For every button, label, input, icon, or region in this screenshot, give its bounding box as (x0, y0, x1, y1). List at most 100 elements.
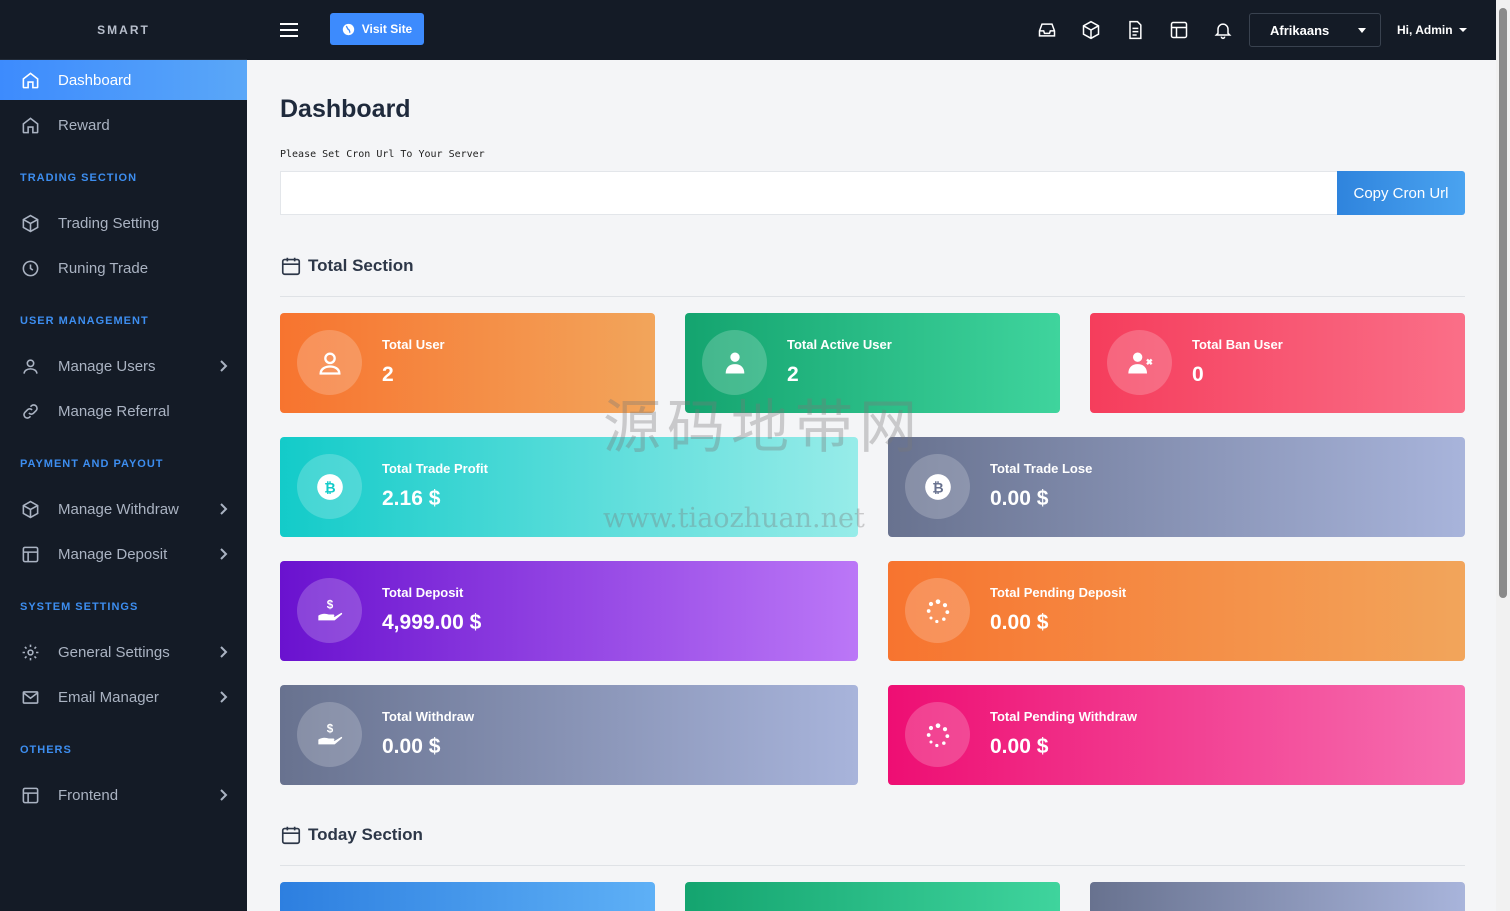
card-label: Total Trade Profit (382, 461, 488, 476)
hand-dollar-icon: $ (317, 722, 342, 744)
card-icon-circle (1107, 330, 1172, 395)
sidebar-item-label: Email Manager (58, 688, 159, 706)
sidebar-item-running-trade[interactable]: Runing Trade (0, 248, 247, 288)
card-value: 0.00 $ (990, 611, 1049, 634)
stat-card-total-active-user[interactable]: Total Active User 2 (685, 313, 1060, 413)
card-value: 2 (787, 363, 799, 386)
layout-icon (20, 785, 40, 805)
card-value: 0 (1192, 363, 1204, 386)
bitcoin-icon: ₿ (924, 473, 951, 500)
sidebar-section-trading: TRADING SECTION (20, 172, 138, 184)
topbar: Visit Site Afrikaans Hi, Admin (247, 0, 1496, 60)
stat-card-total-withdraw[interactable]: $ Total Withdraw 0.00 $ (280, 685, 858, 785)
sidebar-item-manage-withdraw[interactable]: Manage Withdraw (0, 489, 247, 529)
stat-card-today-partial[interactable] (685, 882, 1060, 911)
sidebar-item-label: Frontend (58, 786, 119, 804)
card-value: 2 (382, 363, 394, 386)
svg-text:$: $ (326, 598, 333, 611)
card-icon-circle (905, 578, 970, 643)
sidebar-item-general-settings[interactable]: General Settings (0, 632, 247, 672)
cron-url-input[interactable] (280, 171, 1337, 215)
cron-url-label: Please Set Cron Url To Your Server (280, 149, 485, 160)
total-section-heading: Total Section (280, 255, 413, 277)
svg-text:₿: ₿ (932, 479, 943, 495)
home-icon (20, 115, 40, 135)
stat-card-today-partial[interactable] (1090, 882, 1465, 911)
svg-text:₿: ₿ (324, 479, 335, 495)
sidebar-item-label: Manage Users (58, 357, 156, 375)
chevron-down-icon (1358, 28, 1366, 33)
cube-icon (20, 213, 40, 233)
chevron-right-icon (220, 360, 228, 372)
sidebar-item-frontend[interactable]: Frontend (0, 775, 247, 815)
scrollbar-thumb[interactable] (1499, 8, 1507, 598)
card-label: Total Deposit (382, 585, 464, 600)
user-icon (318, 352, 341, 375)
stat-card-total-trade-lose[interactable]: ₿ Total Trade Lose 0.00 $ (888, 437, 1465, 537)
spinner-icon (926, 598, 949, 623)
stat-card-total-user[interactable]: Total User 2 (280, 313, 655, 413)
card-label: Total Active User (787, 337, 892, 352)
stat-card-total-ban-user[interactable]: Total Ban User 0 (1090, 313, 1465, 413)
cube-icon[interactable] (1081, 20, 1103, 42)
sidebar-item-manage-users[interactable]: Manage Users (0, 346, 247, 386)
page-title: Dashboard (280, 95, 411, 123)
layout-icon[interactable] (1169, 20, 1191, 42)
language-select[interactable]: Afrikaans (1249, 13, 1381, 47)
chevron-down-icon (1458, 28, 1467, 32)
stat-card-total-pending-withdraw[interactable]: Total Pending Withdraw 0.00 $ (888, 685, 1465, 785)
card-icon-circle (905, 702, 970, 767)
cube-icon (20, 499, 40, 519)
stat-card-total-trade-profit[interactable]: ₿ Total Trade Profit 2.16 $ (280, 437, 858, 537)
chevron-right-icon (220, 789, 228, 801)
sidebar-item-label: Manage Referral (58, 402, 170, 420)
card-label: Total Pending Deposit (990, 585, 1127, 600)
svg-text:$: $ (326, 722, 333, 735)
hand-dollar-icon: $ (317, 598, 342, 620)
visit-site-button[interactable]: Visit Site (330, 13, 424, 45)
card-label: Total Ban User (1192, 337, 1283, 352)
card-value: 0.00 $ (990, 735, 1049, 758)
sidebar-item-trading-setting[interactable]: Trading Setting (0, 203, 247, 243)
document-icon[interactable] (1125, 20, 1147, 42)
bell-icon[interactable] (1213, 20, 1235, 42)
today-section-heading: Today Section (280, 824, 423, 846)
card-value: 4,999.00 $ (382, 611, 482, 634)
card-icon-circle: ₿ (905, 454, 970, 519)
card-icon-circle (297, 330, 362, 395)
card-icon-circle (702, 330, 767, 395)
sidebar-item-label: Runing Trade (58, 259, 149, 277)
chevron-right-icon (220, 503, 228, 515)
stat-card-total-deposit[interactable]: $ Total Deposit 4,999.00 $ (280, 561, 858, 661)
hamburger-menu-icon[interactable] (279, 20, 299, 40)
copy-cron-url-button[interactable]: Copy Cron Url (1337, 171, 1465, 215)
sidebar-section-others: OTHERS (20, 744, 72, 756)
card-label: Total Pending Withdraw (990, 709, 1137, 724)
sidebar-item-manage-deposit[interactable]: Manage Deposit (0, 534, 247, 574)
stat-card-total-pending-deposit[interactable]: Total Pending Deposit 0.00 $ (888, 561, 1465, 661)
section-title: Today Section (308, 825, 423, 844)
user-icon (20, 356, 40, 376)
sidebar-item-dashboard[interactable]: Dashboard (0, 60, 247, 100)
gear-icon (20, 642, 40, 662)
chevron-right-icon (220, 691, 228, 703)
chevron-right-icon (220, 646, 228, 658)
card-value: 0.00 $ (382, 735, 441, 758)
card-label: Total Withdraw (382, 709, 475, 724)
link-icon (20, 401, 40, 421)
chevron-right-icon (220, 548, 228, 560)
user-menu[interactable]: Hi, Admin (1397, 23, 1467, 37)
card-value: 0.00 $ (990, 487, 1049, 510)
mail-icon (20, 687, 40, 707)
sidebar-item-reward[interactable]: Reward (0, 105, 247, 145)
user-tie-icon (725, 352, 744, 373)
stat-card-today-partial[interactable] (280, 882, 655, 911)
sidebar-item-label: Dashboard (58, 71, 132, 89)
inbox-icon[interactable] (1037, 20, 1059, 42)
clock-icon (20, 258, 40, 278)
brand-logo[interactable]: SMART (0, 0, 247, 60)
divider (280, 296, 1465, 297)
section-title: Total Section (308, 256, 414, 275)
sidebar-item-manage-referral[interactable]: Manage Referral (0, 391, 247, 431)
sidebar-item-email-manager[interactable]: Email Manager (0, 677, 247, 717)
